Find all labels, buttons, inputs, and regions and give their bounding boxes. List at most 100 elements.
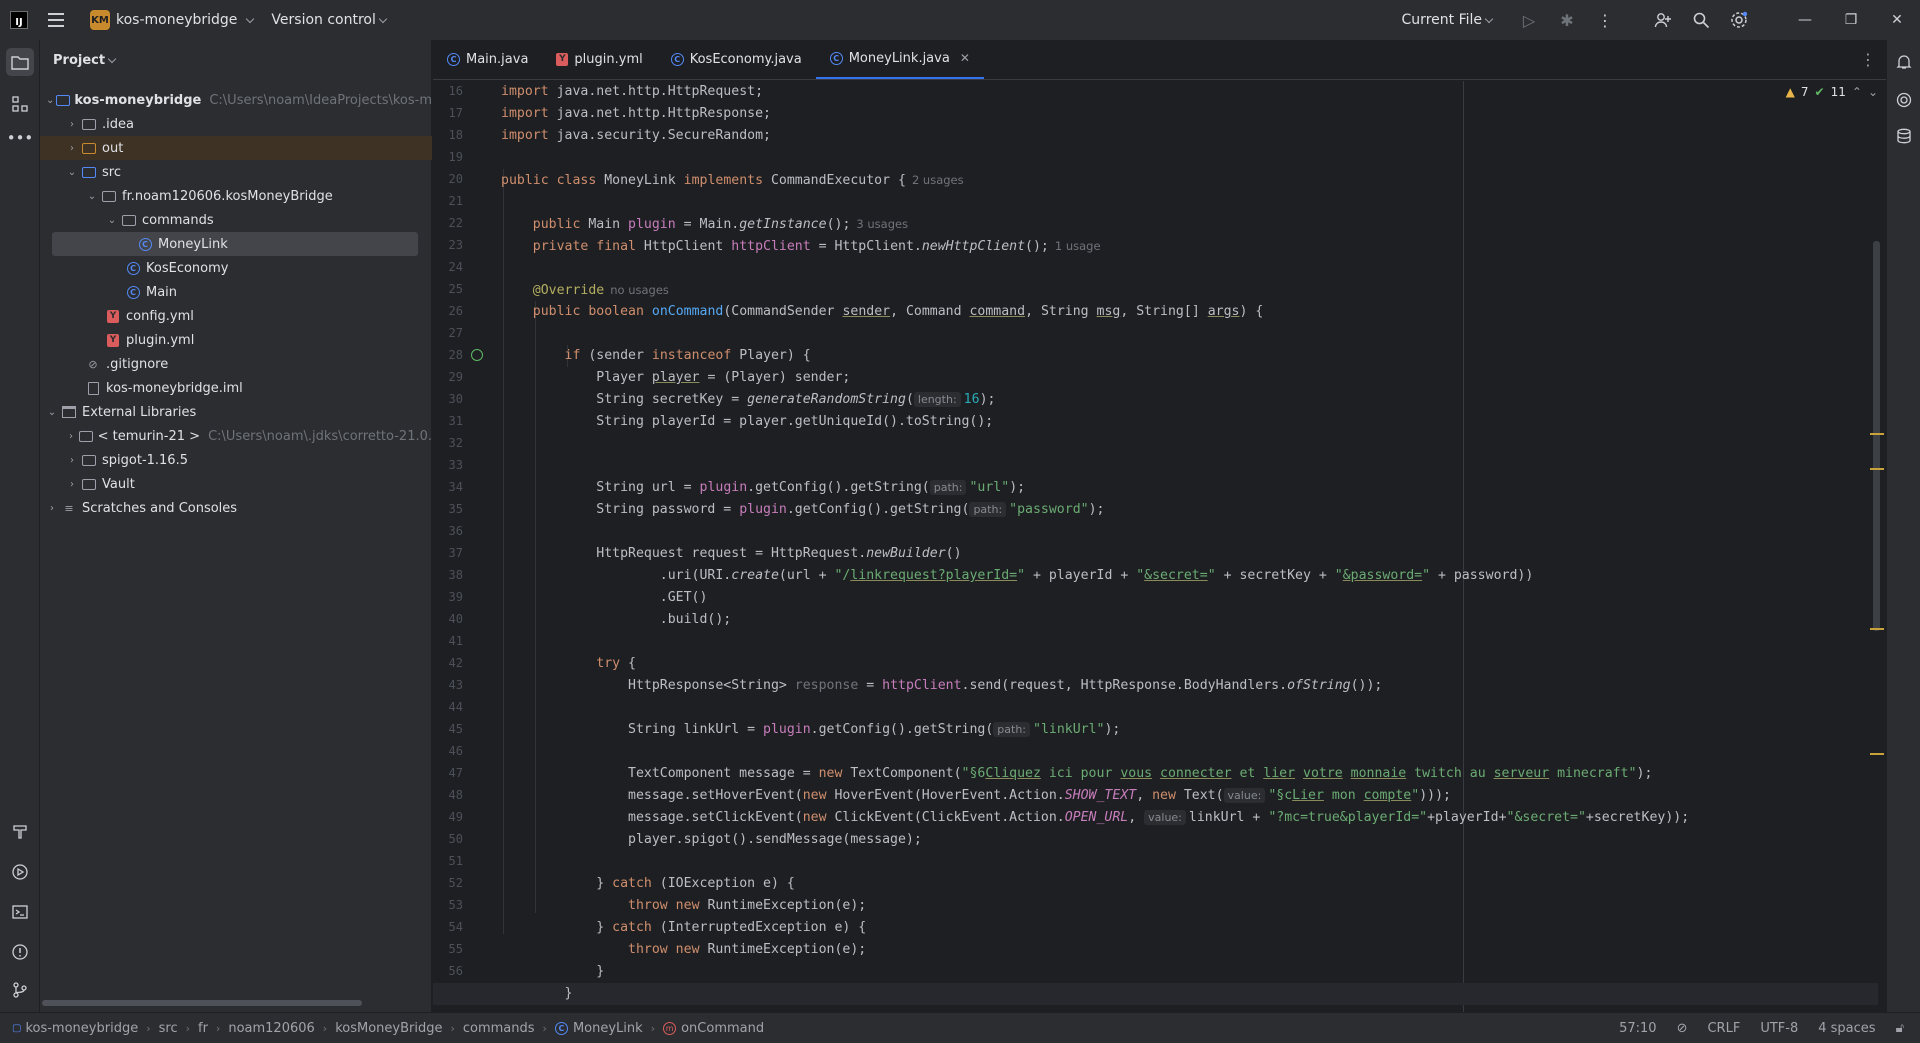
chevron-down-icon: [246, 14, 255, 23]
tab-plugin-yml[interactable]: Y plugin.yml: [542, 39, 656, 79]
tree-item-label: External Libraries: [82, 404, 197, 420]
chevron-down-icon[interactable]: ⌄: [64, 167, 80, 178]
debug-icon[interactable]: ✱: [1552, 5, 1582, 35]
tree-item-src[interactable]: ⌄ src: [40, 160, 432, 184]
chevron-right-icon: ›: [650, 1021, 656, 1035]
chevron-right-icon[interactable]: ›: [64, 143, 80, 154]
inspections-widget[interactable]: ▲ 7 ✔ 11 ⌃ ⌄: [1786, 85, 1878, 99]
tree-item-moneylink[interactable]: C MoneyLink: [52, 232, 418, 256]
chevron-right-icon[interactable]: ›: [64, 479, 80, 490]
code-editor[interactable]: ▲ 7 ✔ 11 ⌃ ⌄ 16 17 18 19 20 21 22 23 24 …: [433, 81, 1886, 1012]
breadcrumb-item[interactable]: noam120606: [228, 1021, 314, 1036]
override-gutter-icon[interactable]: [471, 349, 483, 361]
project-panel-header[interactable]: Project: [40, 40, 431, 80]
chevron-down-icon[interactable]: ⌄: [104, 215, 120, 226]
line-number: 41: [448, 634, 463, 648]
add-user-icon[interactable]: [1648, 5, 1678, 35]
tree-item-config-yml[interactable]: Y config.yml: [40, 304, 432, 328]
run-configuration-selector[interactable]: Current File: [1402, 12, 1494, 28]
structure-tool-icon[interactable]: [6, 90, 34, 118]
breadcrumb-item[interactable]: src: [159, 1021, 178, 1036]
terminal-tool-icon[interactable]: [6, 898, 34, 926]
tree-item-package[interactable]: ⌄ fr.noam120606.kosMoneyBridge: [40, 184, 432, 208]
chevron-up-icon[interactable]: ⌃: [1852, 85, 1862, 99]
line-separator[interactable]: CRLF: [1707, 1021, 1740, 1036]
notifications-icon[interactable]: [1890, 48, 1918, 76]
tree-item-spigot[interactable]: › spigot-1.16.5: [40, 448, 432, 472]
tree-item-vault[interactable]: › Vault: [40, 472, 432, 496]
class-icon: C: [829, 51, 843, 65]
chevron-right-icon[interactable]: ›: [44, 503, 60, 514]
chevron-right-icon[interactable]: ›: [64, 431, 78, 442]
tree-item-gitignore[interactable]: ⊘ .gitignore: [40, 352, 432, 376]
line-number: 43: [448, 678, 463, 692]
vertical-scrollbar[interactable]: [1873, 241, 1880, 631]
breadcrumb-item[interactable]: fr: [198, 1021, 208, 1036]
run-icon[interactable]: ▷: [1514, 5, 1544, 35]
caret-position[interactable]: 57:10: [1619, 1021, 1656, 1036]
chevron-right-icon[interactable]: ›: [64, 119, 80, 130]
run-tool-icon[interactable]: [6, 858, 34, 886]
tab-moneylink-java[interactable]: C MoneyLink.java ✕: [815, 39, 984, 79]
ai-assistant-icon[interactable]: [1890, 86, 1918, 114]
more-tools-icon[interactable]: •••: [6, 124, 34, 152]
code-line: if (sender instanceof Player) {: [564, 348, 811, 363]
warning-stripe-mark[interactable]: [1870, 753, 1884, 755]
tree-item-module[interactable]: ⌄ kos-moneybridge C:\Users\noam\IdeaProj…: [40, 88, 432, 112]
warning-stripe-mark[interactable]: [1870, 628, 1884, 630]
chevron-down-icon[interactable]: ⌄: [84, 191, 100, 202]
tab-main-java[interactable]: C Main.java: [433, 39, 542, 79]
git-tool-icon[interactable]: [6, 976, 34, 1004]
chevron-down-icon[interactable]: ⌄: [1868, 85, 1878, 99]
breadcrumb-item[interactable]: kos-moneybridge: [25, 1021, 138, 1036]
lock-icon[interactable]: 🔓︎: [1896, 1021, 1904, 1036]
tree-item-jdk[interactable]: › < temurin-21 > C:\Users\noam\.jdks\cor…: [40, 424, 432, 448]
chevron-down-icon[interactable]: ⌄: [44, 407, 60, 418]
problems-tool-icon[interactable]: [6, 938, 34, 966]
indent-setting[interactable]: 4 spaces: [1818, 1021, 1875, 1036]
main-menu-button[interactable]: [42, 6, 70, 34]
breadcrumb-item[interactable]: MoneyLink: [573, 1021, 643, 1036]
project-switcher[interactable]: KM kos-moneybridge: [84, 6, 259, 34]
tree-item-plugin-yml[interactable]: Y plugin.yml: [40, 328, 432, 352]
chevron-down-icon[interactable]: ⌄: [44, 95, 56, 106]
maximize-button[interactable]: ❐: [1828, 0, 1874, 40]
breadcrumb-item[interactable]: commands: [463, 1021, 535, 1036]
warning-stripe-mark[interactable]: [1870, 433, 1884, 435]
file-encoding[interactable]: UTF-8: [1760, 1021, 1798, 1036]
tree-item-scratches[interactable]: › ≡ Scratches and Consoles: [40, 496, 432, 520]
settings-icon[interactable]: [1724, 5, 1754, 35]
more-vertical-icon[interactable]: ⋮: [1860, 50, 1876, 69]
tree-item-external-libraries[interactable]: ⌄ External Libraries: [40, 400, 432, 424]
breadcrumb-item[interactable]: kosMoneyBridge: [335, 1021, 442, 1036]
line-number: 18: [448, 128, 463, 142]
code-line: HttpRequest request = HttpRequest.newBui…: [501, 546, 962, 561]
close-window-button[interactable]: ✕: [1874, 0, 1920, 40]
tree-item-main[interactable]: C Main: [40, 280, 432, 304]
tree-item-koseconomy[interactable]: C KosEconomy: [40, 256, 432, 280]
warning-stripe-mark[interactable]: [1870, 468, 1884, 470]
code-line: String password = plugin.getConfig().get…: [501, 502, 1105, 517]
project-tool-icon[interactable]: [6, 48, 34, 76]
close-icon[interactable]: ✕: [960, 51, 970, 65]
no-highlighting-icon[interactable]: ⊘: [1677, 1021, 1688, 1036]
chevron-right-icon: ›: [146, 1021, 151, 1035]
horizontal-scrollbar[interactable]: [42, 1000, 362, 1006]
ok-count: 11: [1830, 85, 1846, 99]
minimize-button[interactable]: —: [1782, 0, 1828, 40]
version-control-menu[interactable]: Version control: [271, 12, 388, 28]
chevron-right-icon[interactable]: ›: [64, 455, 80, 466]
database-icon[interactable]: [1890, 122, 1918, 150]
tree-item-iml[interactable]: kos-moneybridge.iml: [40, 376, 432, 400]
warning-count: 7: [1800, 85, 1809, 99]
tree-item-commands[interactable]: ⌄ commands: [40, 208, 432, 232]
tree-item-idea[interactable]: › .idea: [40, 112, 432, 136]
build-tool-icon[interactable]: [6, 818, 34, 846]
search-icon[interactable]: [1686, 5, 1716, 35]
tree-item-out[interactable]: › out: [40, 136, 432, 160]
code-line-current: }: [433, 983, 1878, 1005]
more-vertical-icon[interactable]: ⋮: [1590, 5, 1620, 35]
project-name: kos-moneybridge: [116, 12, 238, 28]
tab-koseconomy-java[interactable]: C KosEconomy.java: [657, 39, 816, 79]
breadcrumb-item[interactable]: onCommand: [681, 1021, 764, 1036]
